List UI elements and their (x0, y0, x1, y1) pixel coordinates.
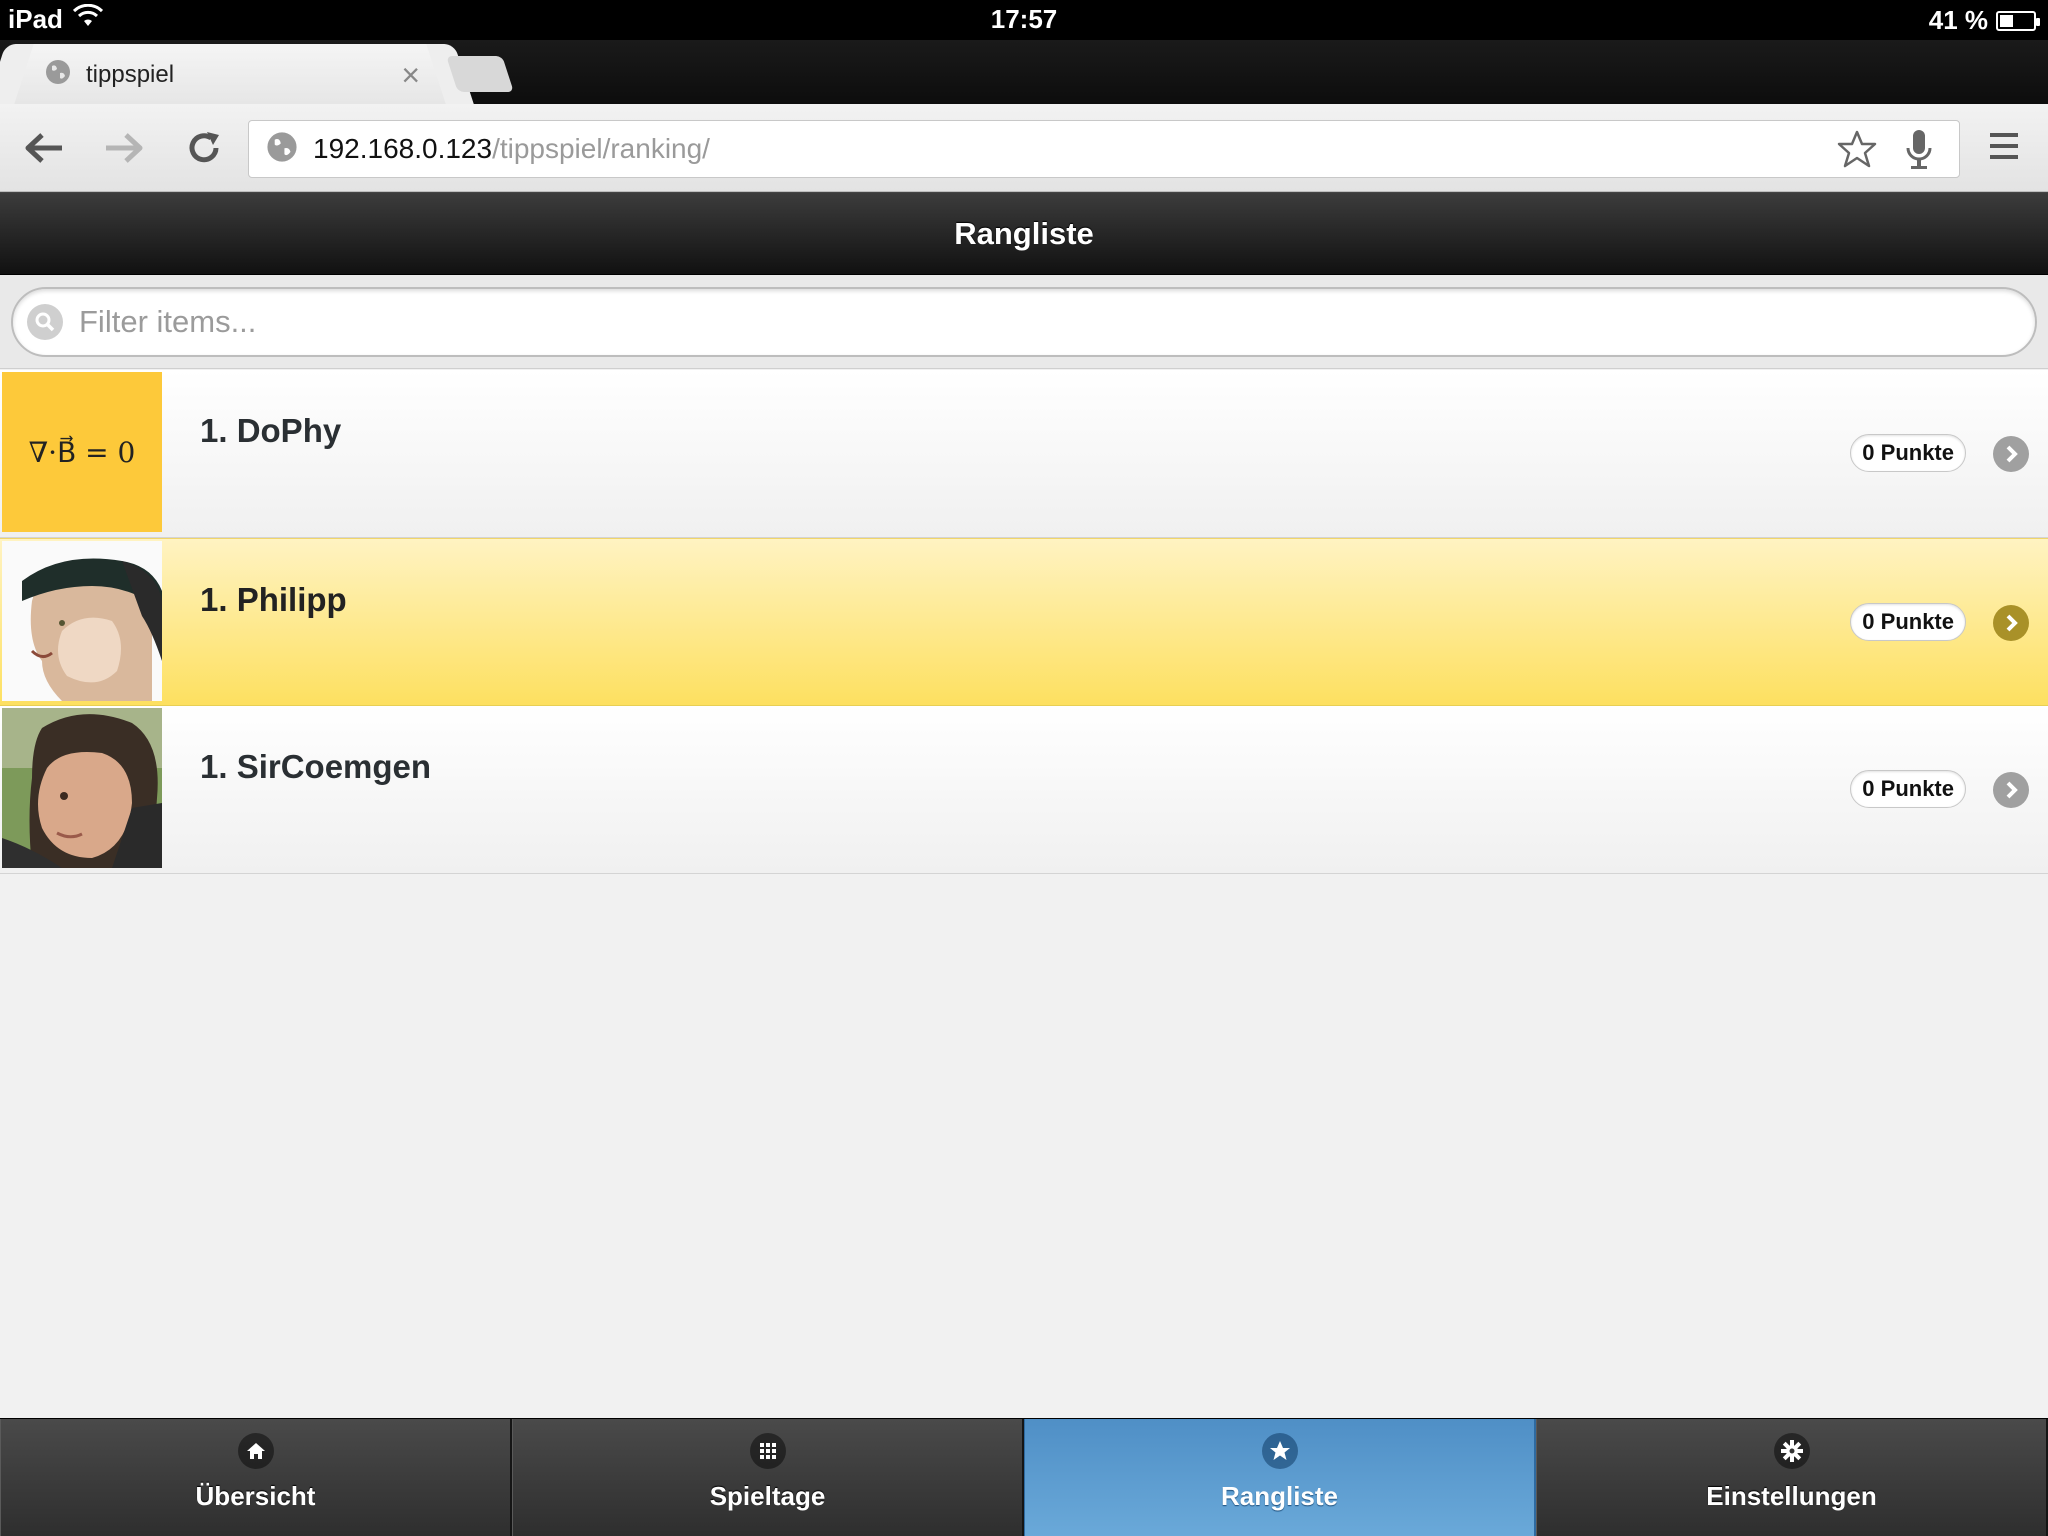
ranking-row[interactable]: 1. SirCoemgen 0 Punkte (0, 706, 2048, 874)
grid-icon (749, 1433, 786, 1469)
search-icon (27, 304, 63, 340)
tab-label: Spieltage (709, 1481, 826, 1511)
tab-title: tippspiel (86, 60, 175, 88)
page-title: Rangliste (954, 215, 1094, 251)
forward-icon[interactable] (100, 124, 148, 172)
chevron-right-icon[interactable] (1993, 436, 2029, 472)
ranking-row[interactable]: 1. Philipp 0 Punkte (0, 538, 2048, 706)
battery-icon (1996, 10, 2040, 31)
points-badge: 0 Punkte (1850, 770, 1966, 808)
player-name: 1. SirCoemgen (200, 748, 432, 785)
battery-percent: 41 % (1928, 5, 1988, 35)
page-header: Rangliste (0, 192, 2048, 275)
reload-icon[interactable] (180, 124, 228, 172)
menu-icon[interactable] (1986, 128, 2030, 172)
microphone-icon[interactable] (1897, 127, 1941, 171)
tab-label: Einstellungen (1706, 1481, 1877, 1511)
address-bar[interactable]: 192.168.0.123/tippspiel/ranking/ (248, 120, 1960, 178)
ranking-row[interactable]: ∇·B⃗ = 0 1. DoPhy 0 Punkte (0, 370, 2048, 538)
avatar-equation: ∇·B⃗ = 0 (28, 435, 136, 469)
filter-field[interactable] (11, 287, 2037, 357)
player-name: 1. DoPhy (200, 412, 342, 449)
browser-toolbar: 192.168.0.123/tippspiel/ranking/ (0, 104, 2048, 192)
gear-icon (1773, 1433, 1810, 1469)
avatar (2, 708, 162, 868)
points-badge: 0 Punkte (1850, 603, 1966, 641)
tab-label: Übersicht (195, 1481, 316, 1511)
star-icon (1261, 1433, 1298, 1469)
status-time: 17:57 (990, 4, 1058, 34)
tab-uebersicht[interactable]: Übersicht (0, 1419, 512, 1536)
footer-navbar: Übersicht Spieltage Rangliste Einstellun… (0, 1418, 2048, 1536)
chevron-right-icon[interactable] (1993, 605, 2029, 641)
back-icon[interactable] (20, 124, 68, 172)
tab-rangliste[interactable]: Rangliste (1024, 1419, 1536, 1536)
status-bar: iPad 17:57 41 % (0, 0, 2048, 40)
url-host: 192.168.0.123 (313, 133, 493, 164)
chevron-right-icon[interactable] (1993, 772, 2029, 808)
player-name: 1. Philipp (200, 581, 347, 618)
ranking-list: ∇·B⃗ = 0 1. DoPhy 0 Punkte 1. Philipp 0 … (0, 370, 2048, 874)
photo-portrait-image (2, 708, 162, 868)
points-badge: 0 Punkte (1850, 434, 1966, 472)
star-icon[interactable] (1835, 127, 1879, 171)
avatar (2, 541, 162, 701)
tab-strip: tippspiel × (0, 40, 2048, 104)
browser-tab[interactable]: tippspiel × (10, 44, 450, 104)
close-icon[interactable]: × (401, 57, 420, 93)
tab-label: Rangliste (1220, 1481, 1339, 1511)
cartoon-portrait-image (2, 541, 162, 701)
url-text: 192.168.0.123/tippspiel/ranking/ (313, 133, 1835, 165)
filter-bar (0, 275, 2048, 369)
filter-input[interactable] (79, 304, 1979, 340)
globe-icon (44, 58, 72, 91)
globe-icon (265, 130, 299, 169)
url-path: /tippspiel/ranking/ (492, 133, 710, 164)
new-tab-button[interactable] (446, 56, 514, 92)
tab-spieltage[interactable]: Spieltage (512, 1419, 1024, 1536)
avatar: ∇·B⃗ = 0 (2, 372, 162, 532)
home-icon (237, 1433, 274, 1469)
tab-einstellungen[interactable]: Einstellungen (1536, 1419, 2048, 1536)
